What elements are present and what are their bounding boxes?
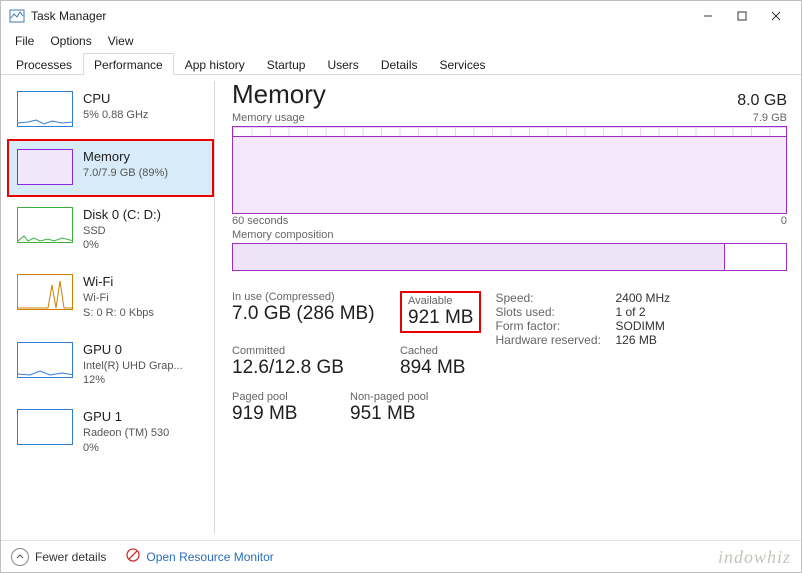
tab-details[interactable]: Details xyxy=(370,53,429,75)
wifi-thumb xyxy=(17,274,73,310)
spec-form-lbl: Form factor: xyxy=(495,319,615,333)
axis-left: 60 seconds xyxy=(232,215,288,227)
fewer-details-button[interactable]: Fewer details xyxy=(11,548,106,566)
task-manager-icon xyxy=(9,8,25,24)
nonpaged-value: 951 MB xyxy=(350,403,428,425)
sidebar: CPU 5% 0.88 GHz Memory 7.0/7.9 GB (89%) … xyxy=(1,75,214,540)
sidebar-item-disk[interactable]: Disk 0 (C: D:) SSD 0% xyxy=(7,197,214,264)
wifi-name: Wi-Fi xyxy=(83,274,154,291)
inuse-label: In use (Compressed) xyxy=(232,291,382,303)
comp-label: Memory composition xyxy=(232,229,333,241)
tab-startup[interactable]: Startup xyxy=(256,53,317,75)
tabstrip: Processes Performance App history Startu… xyxy=(1,51,801,75)
mem-name: Memory xyxy=(83,149,168,166)
sidebar-item-gpu1[interactable]: GPU 1 Radeon (TM) 530 0% xyxy=(7,399,214,466)
titlebar: Task Manager xyxy=(1,1,801,31)
gpu1-sub1: Radeon (TM) 530 xyxy=(83,426,169,440)
paged-label: Paged pool xyxy=(232,391,332,403)
inuse-value: 7.0 GB (286 MB) xyxy=(232,303,382,325)
spec-form-val: SODIMM xyxy=(615,319,664,333)
disk-name: Disk 0 (C: D:) xyxy=(83,207,161,224)
gpu0-thumb xyxy=(17,342,73,378)
watermark: indowhiz xyxy=(718,547,791,568)
menu-options[interactable]: Options xyxy=(42,32,99,50)
nonpaged-label: Non-paged pool xyxy=(350,391,428,403)
disk-thumb xyxy=(17,207,73,243)
sidebar-item-gpu0[interactable]: GPU 0 Intel(R) UHD Grap... 12% xyxy=(7,332,214,399)
usage-right: 7.9 GB xyxy=(753,112,787,124)
gpu0-name: GPU 0 xyxy=(83,342,183,359)
memory-composition-chart xyxy=(232,243,787,271)
paged-value: 919 MB xyxy=(232,403,332,425)
gpu1-sub2: 0% xyxy=(83,441,169,455)
detail-total: 8.0 GB xyxy=(737,92,787,110)
close-button[interactable] xyxy=(759,1,793,31)
spec-speed-lbl: Speed: xyxy=(495,291,615,305)
sidebar-item-memory[interactable]: Memory 7.0/7.9 GB (89%) xyxy=(7,139,214,197)
menubar: File Options View xyxy=(1,31,801,51)
spec-slots-lbl: Slots used: xyxy=(495,305,615,319)
detail-title: Memory xyxy=(232,79,326,110)
tab-services[interactable]: Services xyxy=(429,53,497,75)
tab-users[interactable]: Users xyxy=(316,53,369,75)
sidebar-item-cpu[interactable]: CPU 5% 0.88 GHz xyxy=(7,81,214,139)
cached-label: Cached xyxy=(400,345,465,357)
monitor-icon xyxy=(126,548,140,565)
fewer-details-label: Fewer details xyxy=(35,550,106,564)
spec-table: Speed:2400 MHz Slots used:1 of 2 Form fa… xyxy=(495,291,670,425)
usage-label: Memory usage xyxy=(232,112,305,124)
open-resource-monitor-label: Open Resource Monitor xyxy=(146,550,273,564)
disk-sub2: 0% xyxy=(83,238,161,252)
gpu0-sub1: Intel(R) UHD Grap... xyxy=(83,359,183,373)
gpu1-name: GPU 1 xyxy=(83,409,169,426)
cpu-name: CPU xyxy=(83,91,148,108)
avail-value: 921 MB xyxy=(408,307,473,329)
cached-value: 894 MB xyxy=(400,357,465,379)
memory-usage-chart xyxy=(232,126,787,214)
spec-speed-val: 2400 MHz xyxy=(615,291,670,305)
mem-sub: 7.0/7.9 GB (89%) xyxy=(83,166,168,180)
window-title: Task Manager xyxy=(31,9,691,23)
maximize-button[interactable] xyxy=(725,1,759,31)
tab-performance[interactable]: Performance xyxy=(83,53,174,75)
main: CPU 5% 0.88 GHz Memory 7.0/7.9 GB (89%) … xyxy=(1,75,801,540)
committed-value: 12.6/12.8 GB xyxy=(232,357,382,379)
mem-thumb xyxy=(17,149,73,185)
spec-slots-val: 1 of 2 xyxy=(615,305,645,319)
committed-label: Committed xyxy=(232,345,382,357)
menu-file[interactable]: File xyxy=(7,32,42,50)
cpu-thumb xyxy=(17,91,73,127)
wifi-sub2: S: 0 R: 0 Kbps xyxy=(83,306,154,320)
divider xyxy=(214,81,215,534)
wifi-sub1: Wi-Fi xyxy=(83,291,154,305)
available-highlight: Available 921 MB xyxy=(400,291,481,333)
detail-pane: Memory 8.0 GB Memory usage 7.9 GB 60 sec… xyxy=(214,75,801,540)
axis-right: 0 xyxy=(781,215,787,227)
disk-sub1: SSD xyxy=(83,224,161,238)
gpu0-sub2: 12% xyxy=(83,373,183,387)
cpu-sub: 5% 0.88 GHz xyxy=(83,108,148,122)
tab-processes[interactable]: Processes xyxy=(5,53,83,75)
chevron-up-icon xyxy=(11,548,29,566)
gpu1-thumb xyxy=(17,409,73,445)
minimize-button[interactable] xyxy=(691,1,725,31)
tab-app-history[interactable]: App history xyxy=(174,53,256,75)
spec-hw-lbl: Hardware reserved: xyxy=(495,333,615,347)
sidebar-item-wifi[interactable]: Wi-Fi Wi-Fi S: 0 R: 0 Kbps xyxy=(7,264,214,331)
bottom-bar: Fewer details Open Resource Monitor xyxy=(1,540,801,572)
spec-hw-val: 126 MB xyxy=(615,333,656,347)
menu-view[interactable]: View xyxy=(100,32,142,50)
avail-label: Available xyxy=(408,295,473,307)
open-resource-monitor-link[interactable]: Open Resource Monitor xyxy=(126,548,273,565)
